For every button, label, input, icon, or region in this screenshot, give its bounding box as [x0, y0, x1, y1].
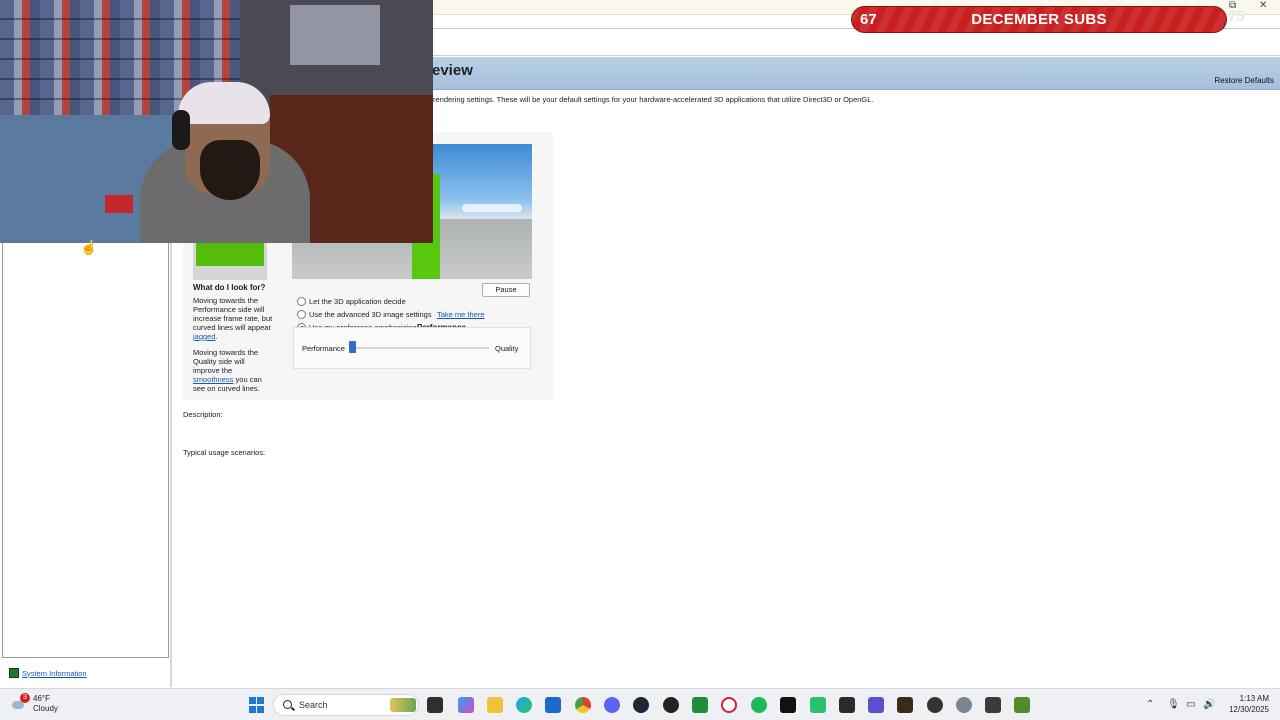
taskbar: 3 46°F Cloudy Search ⌃ 🎙 ▭ 🔊 1:13 AM 12/… [0, 688, 1280, 720]
chevron-up-icon[interactable]: ⌃ [1146, 699, 1154, 710]
pause-button[interactable]: Pause [482, 283, 530, 297]
system-information-link[interactable]: System Information [9, 668, 87, 678]
search-icon [283, 700, 292, 709]
weather-temp: 46°F [33, 694, 50, 703]
discord-icon[interactable] [604, 697, 620, 713]
help-paragraph-performance: Moving towards the Performance side will… [193, 296, 273, 341]
smoothness-link[interactable]: smoothness [193, 375, 233, 384]
webcam-overlay [0, 0, 433, 243]
help-text-part: Moving towards the Quality side will imp… [193, 348, 259, 375]
help-title: What do I look for? [193, 283, 266, 292]
file-explorer-icon[interactable] [487, 697, 503, 713]
webcam-person-beard [200, 140, 260, 200]
slider-label-performance: Performance [302, 344, 345, 353]
quality-slider-track[interactable] [349, 347, 489, 349]
vr-app-icon[interactable] [927, 697, 943, 713]
settings-gear-icon[interactable] [956, 697, 972, 713]
system-information-label: System Information [22, 668, 87, 678]
network-icon[interactable]: ▭ [1186, 699, 1195, 710]
radio-label: Use the advanced 3D image settings [309, 310, 432, 319]
slider-label-quality: Quality [495, 344, 519, 353]
chrome-icon[interactable] [575, 697, 591, 713]
subs-goal: 75 [1228, 8, 1245, 25]
close-window-icon[interactable]: ✕ [1259, 0, 1267, 11]
preview-thumbnail [193, 240, 267, 280]
edge-icon[interactable] [516, 697, 532, 713]
system-clock[interactable]: 1:13 AM 12/30/2025 [1219, 693, 1269, 715]
webcam-window [290, 5, 380, 65]
weather-widget[interactable]: 46°F Cloudy [33, 694, 58, 714]
page-title: eview [432, 62, 473, 79]
weather-notification-badge: 3 [20, 693, 30, 703]
obs-icon[interactable] [663, 697, 679, 713]
radio-indicator[interactable] [297, 297, 306, 306]
microphone-icon[interactable]: 🎙 [1167, 699, 1180, 710]
task-view-icon[interactable] [427, 697, 443, 713]
help-text-part: . [215, 332, 218, 341]
capcut-icon[interactable] [780, 697, 796, 713]
radio-advanced-settings[interactable]: Use the advanced 3D image settings [297, 310, 432, 319]
help-paragraph-quality: Moving towards the Quality side will imp… [193, 348, 273, 393]
windows-start-icon[interactable] [249, 697, 265, 713]
radio-indicator[interactable] [297, 310, 306, 319]
spotify-icon[interactable] [751, 697, 767, 713]
restore-defaults-link[interactable]: Restore Defaults [1214, 76, 1274, 85]
preview-cloud [462, 204, 522, 212]
take-me-there-link[interactable]: Take me there [437, 310, 485, 319]
webcam-person-cap [178, 82, 270, 124]
opera-icon[interactable] [721, 697, 737, 713]
clock-date: 12/30/2025 [1228, 705, 1269, 714]
help-text-part: Moving towards the Performance side will… [193, 296, 273, 332]
system-info-icon [9, 668, 19, 678]
store-icon[interactable] [545, 697, 561, 713]
intro-text: rendering settings. These will be your d… [433, 95, 874, 104]
webcam-toy [105, 195, 133, 213]
subs-title: DECEMBER SUBS [971, 11, 1107, 28]
steam-icon[interactable] [633, 697, 649, 713]
jagged-link[interactable]: jagged [193, 332, 216, 341]
quality-slider-thumb[interactable] [349, 341, 356, 353]
mouse-cursor-icon: ☝ [80, 239, 98, 255]
app-icon[interactable] [985, 697, 1001, 713]
search-label: Search [299, 700, 328, 710]
weather-condition: Cloudy [33, 704, 58, 713]
game-app-icon[interactable] [897, 697, 913, 713]
nvidia-icon[interactable] [1014, 697, 1030, 713]
thumbnail-logo-shape [196, 240, 264, 266]
volume-icon[interactable]: 🔊 [1203, 699, 1215, 710]
description-label: Description: [183, 410, 223, 419]
subs-goal-banner: 67 DECEMBER SUBS [851, 6, 1227, 33]
radio-app-decide[interactable]: Let the 3D application decide [297, 297, 406, 306]
radio-label: Let the 3D application decide [309, 297, 406, 306]
taskbar-search[interactable]: Search [273, 694, 419, 716]
usage-scenarios-label: Typical usage scenarios: [183, 448, 266, 457]
xbox-icon[interactable] [692, 697, 708, 713]
clock-time: 1:13 AM [1239, 694, 1269, 703]
app-icon[interactable] [810, 697, 826, 713]
notes-app-icon[interactable] [868, 697, 884, 713]
copilot-icon[interactable] [458, 697, 474, 713]
epic-games-icon[interactable] [839, 697, 855, 713]
search-highlight-icon [390, 698, 416, 712]
webcam-headset [172, 110, 190, 150]
